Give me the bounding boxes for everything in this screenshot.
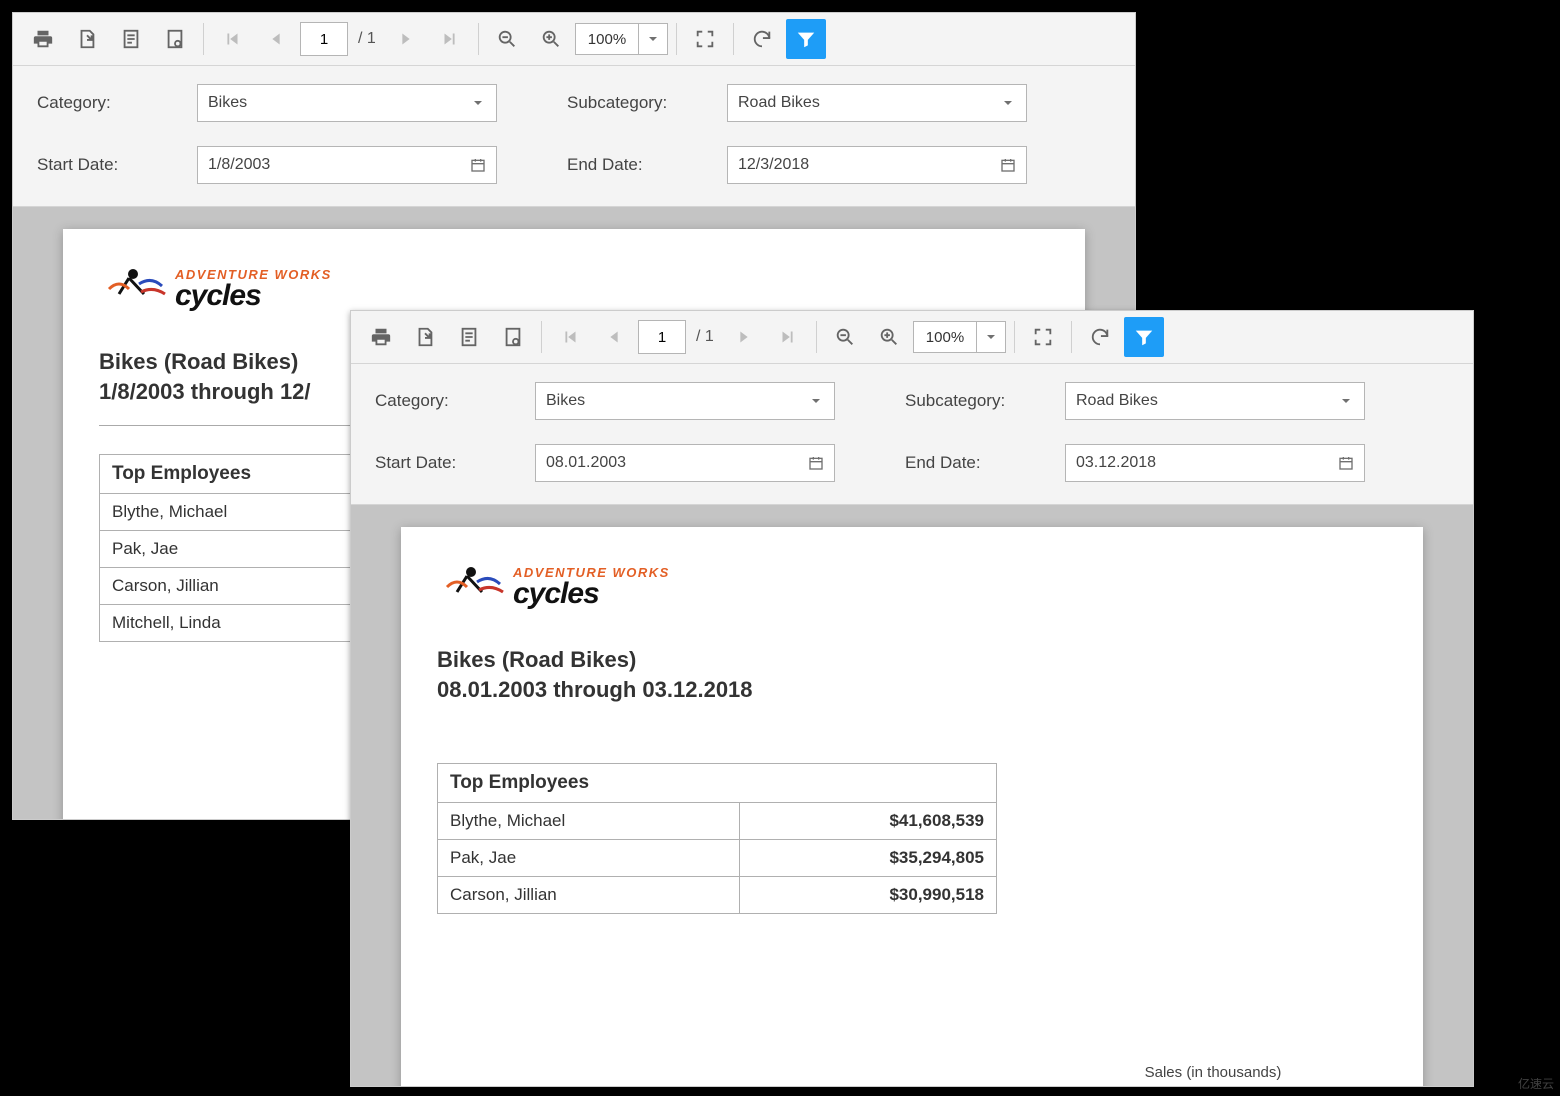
document-map-button[interactable]: [111, 19, 151, 59]
next-page-button[interactable]: [724, 317, 764, 357]
fullscreen-button[interactable]: [1023, 317, 1063, 357]
calendar-icon: [1338, 455, 1354, 471]
category-combo[interactable]: Bikes: [197, 84, 497, 122]
export-button[interactable]: [405, 317, 445, 357]
page-number-input[interactable]: [638, 320, 686, 354]
chevron-down-icon: [1338, 393, 1354, 409]
print-button[interactable]: [361, 317, 401, 357]
category-label: Category:: [37, 93, 197, 113]
prev-page-button[interactable]: [594, 317, 634, 357]
end-date-value: 12/3/2018: [738, 156, 809, 174]
subcategory-combo[interactable]: Road Bikes: [1065, 382, 1365, 420]
parameters-toggle-button[interactable]: [786, 19, 826, 59]
last-page-button[interactable]: [430, 19, 470, 59]
separator: [816, 321, 817, 353]
refresh-button[interactable]: [1080, 317, 1120, 357]
company-logo: ADVENTURE WORKS cycles: [437, 557, 1387, 617]
subcategory-value: Road Bikes: [738, 94, 820, 112]
end-date-label: End Date:: [567, 155, 727, 175]
subcategory-label: Subcategory:: [905, 391, 1065, 411]
zoom-out-button[interactable]: [825, 317, 865, 357]
parameters-toggle-button[interactable]: [1124, 317, 1164, 357]
zoom-value: 100%: [914, 329, 976, 346]
subcategory-combo[interactable]: Road Bikes: [727, 84, 1027, 122]
zoom-value: 100%: [576, 31, 638, 48]
category-label: Category:: [375, 391, 535, 411]
chevron-down-icon: [976, 322, 1005, 352]
end-date-input[interactable]: 03.12.2018: [1065, 444, 1365, 482]
top-employees-table: Top Employees Blythe, Michael $41,608,53…: [437, 763, 997, 914]
zoom-out-button[interactable]: [487, 19, 527, 59]
start-date-value: 08.01.2003: [546, 454, 626, 472]
start-date-label: Start Date:: [37, 155, 197, 175]
first-page-button[interactable]: [550, 317, 590, 357]
separator: [733, 23, 734, 55]
parameters-panel: Category: Bikes Subcategory: Road Bikes …: [351, 364, 1473, 505]
calendar-icon: [1000, 157, 1016, 173]
document-map-button[interactable]: [449, 317, 489, 357]
print-button[interactable]: [23, 19, 63, 59]
report-date-range: 08.01.2003 through 03.12.2018: [437, 677, 1387, 703]
chevron-down-icon: [470, 95, 486, 111]
chevron-down-icon: [808, 393, 824, 409]
end-date-label: End Date:: [905, 453, 1065, 473]
toolbar: / 1 100%: [13, 13, 1135, 66]
zoom-combo[interactable]: 100%: [575, 23, 668, 55]
page-number-input[interactable]: [300, 22, 348, 56]
end-date-input[interactable]: 12/3/2018: [727, 146, 1027, 184]
logo-text-bottom: cycles: [513, 579, 670, 609]
sales-chart: Sales (in thousands) Blythe, Michael: [1023, 1064, 1403, 1086]
start-date-label: Start Date:: [375, 453, 535, 473]
prev-page-button[interactable]: [256, 19, 296, 59]
page-separator: / 1: [358, 30, 376, 48]
fullscreen-button[interactable]: [685, 19, 725, 59]
zoom-combo[interactable]: 100%: [913, 321, 1006, 353]
watermark: 亿速云: [1518, 1075, 1554, 1092]
parameters-panel: Category: Bikes Subcategory: Road Bikes …: [13, 66, 1135, 207]
start-date-input[interactable]: 08.01.2003: [535, 444, 835, 482]
page-setup-button[interactable]: [493, 317, 533, 357]
category-value: Bikes: [546, 392, 585, 410]
calendar-icon: [808, 455, 824, 471]
separator: [676, 23, 677, 55]
subcategory-label: Subcategory:: [567, 93, 727, 113]
category-value: Bikes: [208, 94, 247, 112]
chevron-down-icon: [1000, 95, 1016, 111]
report-title: Bikes (Road Bikes): [437, 647, 1387, 673]
chevron-down-icon: [638, 24, 667, 54]
last-page-button[interactable]: [768, 317, 808, 357]
page-separator: / 1: [696, 328, 714, 346]
first-page-button[interactable]: [212, 19, 252, 59]
category-combo[interactable]: Bikes: [535, 382, 835, 420]
refresh-button[interactable]: [742, 19, 782, 59]
report-page: ADVENTURE WORKS cycles Bikes (Road Bikes…: [401, 527, 1423, 1086]
separator: [478, 23, 479, 55]
page-setup-button[interactable]: [155, 19, 195, 59]
zoom-in-button[interactable]: [869, 317, 909, 357]
document-area: ADVENTURE WORKS cycles Bikes (Road Bikes…: [351, 505, 1473, 1086]
separator: [1014, 321, 1015, 353]
toolbar: / 1 100%: [351, 311, 1473, 364]
logo-text-bottom: cycles: [175, 281, 332, 311]
calendar-icon: [470, 157, 486, 173]
separator: [1071, 321, 1072, 353]
table-header: Top Employees: [438, 764, 997, 803]
zoom-in-button[interactable]: [531, 19, 571, 59]
next-page-button[interactable]: [386, 19, 426, 59]
cyclist-icon: [99, 264, 169, 314]
report-viewer-b: / 1 100% Cate: [350, 310, 1474, 1087]
table-row: Blythe, Michael $41,608,539: [438, 803, 997, 840]
cyclist-icon: [437, 562, 507, 612]
chart-title: Sales (in thousands): [1023, 1064, 1403, 1081]
table-row: Pak, Jae $35,294,805: [438, 840, 997, 877]
subcategory-value: Road Bikes: [1076, 392, 1158, 410]
start-date-input[interactable]: 1/8/2003: [197, 146, 497, 184]
table-row: Carson, Jillian $30,990,518: [438, 877, 997, 914]
separator: [541, 321, 542, 353]
export-button[interactable]: [67, 19, 107, 59]
end-date-value: 03.12.2018: [1076, 454, 1156, 472]
start-date-value: 1/8/2003: [208, 156, 270, 174]
separator: [203, 23, 204, 55]
